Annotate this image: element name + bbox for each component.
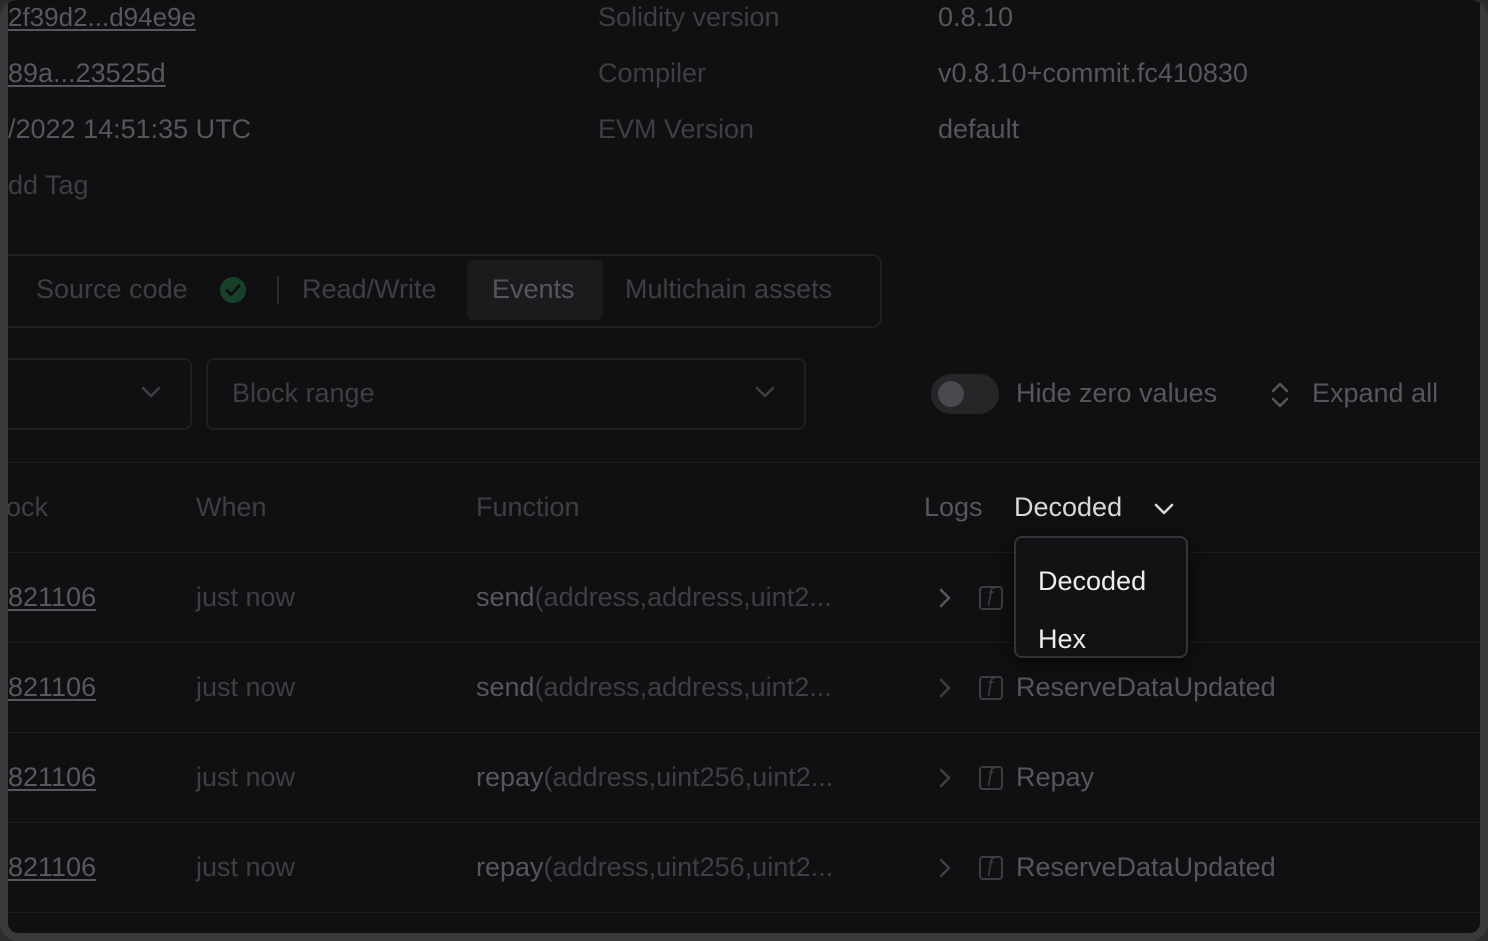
row-divider — [8, 912, 1480, 913]
logs-format-select[interactable]: Decoded — [1014, 492, 1122, 523]
column-header-logs: Logs — [924, 492, 983, 522]
compiler-label: Compiler — [598, 58, 707, 88]
column-header-when: When — [196, 492, 267, 522]
function-icon: ƒ — [979, 855, 1003, 880]
add-tag-button[interactable]: dd Tag — [8, 170, 89, 201]
function-args: (address,address,uint2... — [534, 672, 832, 702]
compiler-value: v0.8.10+commit.fc410830 — [938, 58, 1248, 88]
chevron-down-icon — [140, 384, 162, 400]
window-frame: 2f39d2...d94e9e 89a...23525d /2022 14:51… — [0, 0, 1488, 941]
app-screen: 2f39d2...d94e9e 89a...23525d /2022 14:51… — [8, 0, 1480, 933]
table-top-border — [8, 462, 1480, 463]
function-icon: ƒ — [979, 675, 1003, 700]
row-divider — [8, 552, 1480, 553]
column-header-function: Function — [476, 492, 580, 522]
tab-read-write[interactable]: Read/Write — [302, 274, 437, 305]
event-time: just now — [196, 672, 296, 702]
evm-version-value: default — [938, 114, 1020, 144]
creator-address-link[interactable]: 2f39d2...d94e9e — [8, 2, 196, 33]
expand-collapse-icon — [1268, 380, 1292, 415]
function-icon: ƒ — [979, 585, 1003, 610]
event-time: just now — [196, 852, 296, 882]
chevron-down-icon[interactable] — [1152, 500, 1176, 523]
logs-format-menu: Decoded Hex — [1014, 536, 1188, 658]
event-name: ReserveDataUpdated — [1016, 672, 1276, 702]
expand-row-chevron-icon[interactable] — [936, 676, 954, 705]
event-name: Repay — [1016, 762, 1095, 792]
function-signature: send(address,address,uint2... — [476, 672, 832, 703]
tab-events[interactable]: Events — [492, 274, 575, 305]
block-number-link[interactable]: 821106 — [8, 582, 96, 613]
tab-source-code[interactable]: Source code — [36, 274, 188, 305]
function-name: repay — [476, 762, 544, 792]
solidity-version-value: 0.8.10 — [938, 2, 1014, 32]
block-range-select[interactable]: Block range — [206, 358, 806, 430]
function-args: (address,address,uint2... — [534, 582, 832, 612]
toggle-knob — [938, 381, 964, 407]
block-number-link[interactable]: 821106 — [8, 762, 96, 793]
expand-all-button[interactable]: Expand all — [1312, 378, 1438, 409]
verified-check-icon — [220, 277, 246, 303]
hide-zero-values-label: Hide zero values — [1016, 378, 1218, 408]
function-args: (address,uint256,uint2... — [543, 852, 834, 882]
row-divider — [8, 642, 1480, 643]
expand-row-chevron-icon[interactable] — [936, 856, 954, 885]
tab-separator — [277, 276, 279, 304]
block-range-placeholder: Block range — [232, 378, 375, 408]
menu-item-decoded[interactable]: Decoded — [1038, 566, 1146, 597]
function-signature: repay(address,uint256,uint2... — [476, 852, 833, 883]
function-icon: ƒ — [979, 765, 1003, 790]
tab-multichain-assets[interactable]: Multichain assets — [625, 274, 832, 305]
block-number-link[interactable]: 821106 — [8, 852, 96, 883]
row-divider — [8, 732, 1480, 733]
row-divider — [8, 822, 1480, 823]
function-name: repay — [476, 852, 544, 882]
expand-row-chevron-icon[interactable] — [936, 766, 954, 795]
event-time: just now — [196, 582, 296, 612]
created-timestamp: /2022 14:51:35 UTC — [8, 114, 252, 144]
function-name: send — [476, 582, 535, 612]
function-signature: repay(address,uint256,uint2... — [476, 762, 833, 793]
function-name: send — [476, 672, 535, 702]
expand-row-chevron-icon[interactable] — [936, 586, 954, 615]
column-header-block: ock — [8, 492, 49, 522]
event-time: just now — [196, 762, 296, 792]
event-filter-select[interactable] — [8, 358, 192, 430]
event-name: ReserveDataUpdated — [1016, 852, 1276, 882]
menu-item-hex[interactable]: Hex — [1038, 624, 1086, 655]
evm-version-label: EVM Version — [598, 114, 755, 144]
function-signature: send(address,address,uint2... — [476, 582, 832, 613]
block-number-link[interactable]: 821106 — [8, 672, 96, 703]
chevron-down-icon — [754, 384, 776, 400]
tx-hash-link[interactable]: 89a...23525d — [8, 58, 166, 89]
hide-zero-values-toggle[interactable] — [931, 374, 999, 414]
function-args: (address,uint256,uint2... — [543, 762, 834, 792]
solidity-version-label: Solidity version — [598, 2, 780, 32]
